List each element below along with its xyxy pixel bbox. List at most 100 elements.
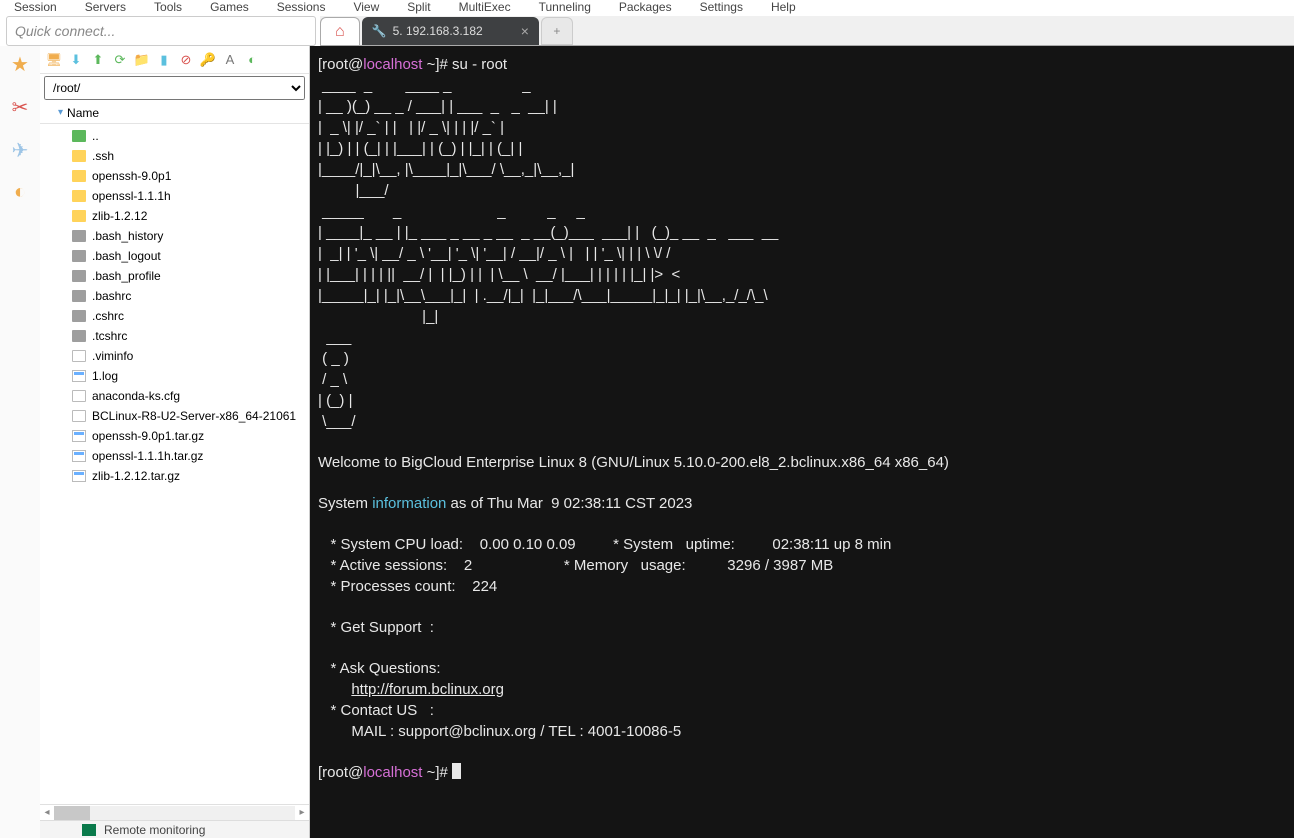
file-item[interactable]: .ssh bbox=[40, 146, 309, 166]
menu-view[interactable]: View bbox=[353, 0, 379, 14]
key-icon[interactable]: 🔑 bbox=[200, 52, 216, 68]
menu-tools[interactable]: Tools bbox=[154, 0, 182, 14]
tab-session[interactable]: 🔧 5. 192.168.3.182 × bbox=[362, 17, 539, 45]
upload-icon[interactable]: ⬆ bbox=[90, 52, 106, 68]
menu-games[interactable]: Games bbox=[210, 0, 249, 14]
main-menubar: Session Servers Tools Games Sessions Vie… bbox=[0, 0, 1294, 16]
globe-icon[interactable]: ◐ bbox=[14, 181, 26, 204]
terminal[interactable]: [root@localhost ~]# su - root ____ _ ___… bbox=[310, 46, 1294, 838]
top-row: Quick connect... ⌂ 🔧 5. 192.168.3.182 × … bbox=[0, 16, 1294, 46]
file-blue-icon bbox=[72, 470, 86, 482]
folder-icon bbox=[72, 170, 86, 182]
menu-settings[interactable]: Settings bbox=[700, 0, 743, 14]
horizontal-scrollbar[interactable]: ◂ ▸ bbox=[40, 804, 309, 820]
file-blue-icon bbox=[72, 370, 86, 382]
scroll-right-icon[interactable]: ▸ bbox=[295, 806, 309, 820]
file-item[interactable]: .cshrc bbox=[40, 306, 309, 326]
menu-multiexec[interactable]: MultiExec bbox=[459, 0, 511, 14]
scroll-thumb[interactable] bbox=[54, 806, 90, 820]
file-gray-icon bbox=[72, 270, 86, 282]
file-blue-icon bbox=[72, 430, 86, 442]
refresh-icon[interactable]: ⟳ bbox=[112, 52, 128, 68]
file-white-icon bbox=[72, 410, 86, 422]
plus-icon: + bbox=[553, 24, 560, 38]
scroll-left-icon[interactable]: ◂ bbox=[40, 806, 54, 820]
send-icon[interactable]: ✈ bbox=[12, 138, 29, 163]
computer-icon[interactable]: 🖥 bbox=[46, 52, 62, 68]
quick-connect-placeholder: Quick connect... bbox=[15, 23, 115, 39]
file-label: .cshrc bbox=[92, 309, 124, 323]
file-white-icon bbox=[72, 390, 86, 402]
menu-tunneling[interactable]: Tunneling bbox=[539, 0, 591, 14]
star-icon[interactable]: ★ bbox=[11, 52, 29, 77]
file-label: .viminfo bbox=[92, 349, 133, 363]
font-icon[interactable]: A bbox=[222, 52, 238, 68]
file-label: .bash_profile bbox=[92, 269, 161, 283]
menu-servers[interactable]: Servers bbox=[85, 0, 126, 14]
file-label: .bash_logout bbox=[92, 249, 161, 263]
file-label: .ssh bbox=[92, 149, 114, 163]
file-label: zlib-1.2.12 bbox=[92, 209, 147, 223]
menu-help[interactable]: Help bbox=[771, 0, 796, 14]
file-item[interactable]: openssh-9.0p1 bbox=[40, 166, 309, 186]
delete-icon[interactable]: ⊘ bbox=[178, 52, 194, 68]
file-label: BCLinux-R8-U2-Server-x86_64-21061 bbox=[92, 409, 296, 423]
file-item[interactable]: zlib-1.2.12.tar.gz bbox=[40, 466, 309, 486]
file-label: .tcshrc bbox=[92, 329, 127, 343]
file-item[interactable]: .bash_logout bbox=[40, 246, 309, 266]
tab-close-icon[interactable]: × bbox=[521, 23, 529, 39]
file-item[interactable]: .bashrc bbox=[40, 286, 309, 306]
file-label: zlib-1.2.12.tar.gz bbox=[92, 469, 180, 483]
file-label: openssh-9.0p1.tar.gz bbox=[92, 429, 204, 443]
main-area: ★ ✂ ✈ ◐ 🖥 ⬇ ⬆ ⟳ 📁 ▮ ⊘ 🔑 A ◐ /root/ ▾ Nam… bbox=[0, 46, 1294, 838]
file-item[interactable]: .bash_profile bbox=[40, 266, 309, 286]
tab-session-label: 5. 192.168.3.182 bbox=[393, 24, 483, 38]
quick-connect-input[interactable]: Quick connect... bbox=[6, 16, 316, 46]
folder-plus-icon[interactable]: 📁 bbox=[134, 52, 150, 68]
file-label: .bashrc bbox=[92, 289, 131, 303]
file-item[interactable]: BCLinux-R8-U2-Server-x86_64-21061 bbox=[40, 406, 309, 426]
monitor-icon bbox=[82, 824, 96, 836]
file-item[interactable]: .. bbox=[40, 126, 309, 146]
file-label: openssl-1.1.1h bbox=[92, 189, 171, 203]
file-label: openssh-9.0p1 bbox=[92, 169, 171, 183]
menu-session[interactable]: Session bbox=[14, 0, 57, 14]
file-label: anaconda-ks.cfg bbox=[92, 389, 180, 403]
terminal-cursor bbox=[452, 763, 461, 779]
file-item[interactable]: openssl-1.1.1h bbox=[40, 186, 309, 206]
scroll-track[interactable] bbox=[54, 806, 295, 820]
folder-icon bbox=[72, 210, 86, 222]
file-item[interactable]: .tcshrc bbox=[40, 326, 309, 346]
menu-split[interactable]: Split bbox=[407, 0, 430, 14]
wrench-icon: 🔧 bbox=[372, 24, 387, 38]
tab-add[interactable]: + bbox=[541, 17, 573, 45]
file-item[interactable]: openssh-9.0p1.tar.gz bbox=[40, 426, 309, 446]
file-gray-icon bbox=[72, 230, 86, 242]
download-icon[interactable]: ⬇ bbox=[68, 52, 84, 68]
file-item[interactable]: .bash_history bbox=[40, 226, 309, 246]
file-item[interactable]: openssl-1.1.1h.tar.gz bbox=[40, 446, 309, 466]
tool-icon[interactable]: ✂ bbox=[12, 95, 29, 120]
folder-up-icon bbox=[72, 130, 86, 142]
file-item[interactable]: .viminfo bbox=[40, 346, 309, 366]
status-text: Remote monitoring bbox=[104, 823, 205, 837]
file-item[interactable]: 1.log bbox=[40, 366, 309, 386]
path-select[interactable]: /root/ bbox=[44, 76, 305, 100]
file-item[interactable]: zlib-1.2.12 bbox=[40, 206, 309, 226]
file-gray-icon bbox=[72, 310, 86, 322]
file-item[interactable]: anaconda-ks.cfg bbox=[40, 386, 309, 406]
file-label: .. bbox=[92, 129, 99, 143]
file-gray-icon bbox=[72, 290, 86, 302]
file-new-icon[interactable]: ▮ bbox=[156, 52, 172, 68]
menu-packages[interactable]: Packages bbox=[619, 0, 672, 14]
toggle-icon[interactable]: ◐ bbox=[244, 52, 260, 68]
file-toolbar: 🖥 ⬇ ⬆ ⟳ 📁 ▮ ⊘ 🔑 A ◐ bbox=[40, 46, 309, 74]
file-browser: 🖥 ⬇ ⬆ ⟳ 📁 ▮ ⊘ 🔑 A ◐ /root/ ▾ Name .. .ssh… bbox=[40, 46, 310, 838]
file-label: .bash_history bbox=[92, 229, 163, 243]
file-blue-icon bbox=[72, 450, 86, 462]
file-header[interactable]: ▾ Name bbox=[40, 102, 309, 124]
path-bar: /root/ bbox=[44, 76, 305, 100]
home-icon: ⌂ bbox=[335, 23, 345, 41]
menu-sessions[interactable]: Sessions bbox=[277, 0, 326, 14]
tab-home[interactable]: ⌂ bbox=[320, 17, 360, 45]
